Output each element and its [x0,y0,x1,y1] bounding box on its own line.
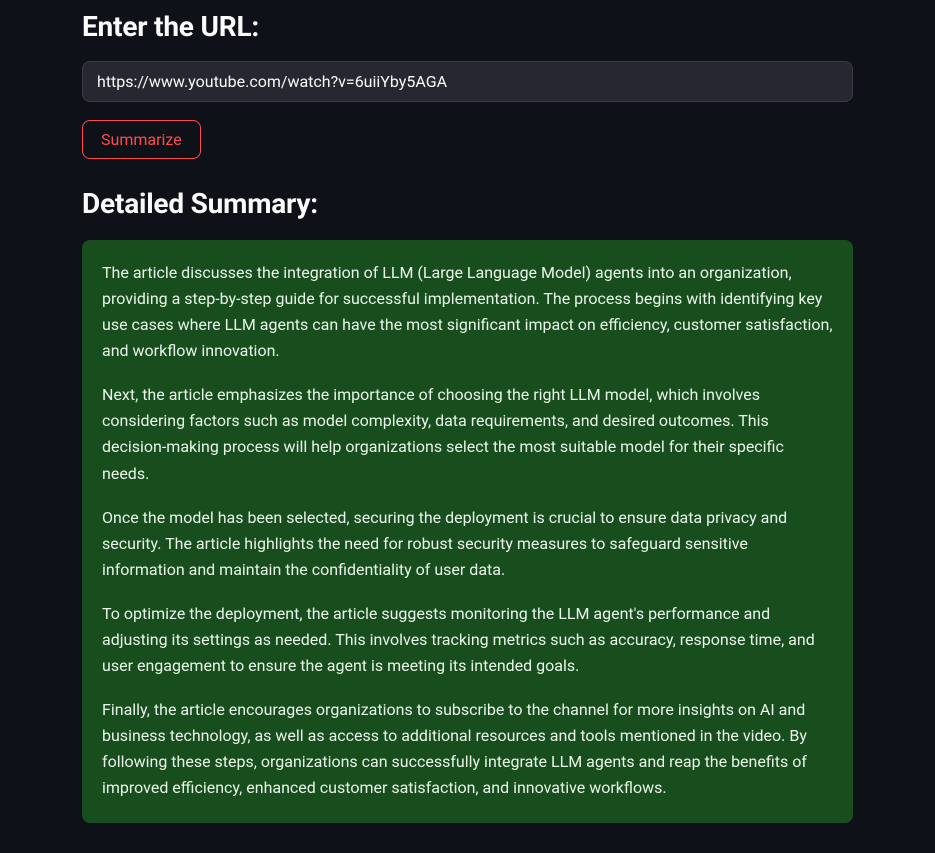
url-heading: Enter the URL: [82,10,853,43]
summary-paragraph: Next, the article emphasizes the importa… [102,382,833,486]
main-container: Enter the URL: Summarize Detailed Summar… [0,0,935,853]
summary-box: The article discusses the integration of… [82,240,853,823]
summary-heading: Detailed Summary: [82,187,853,220]
summary-paragraph: Once the model has been selected, securi… [102,505,833,583]
summary-paragraph: To optimize the deployment, the article … [102,601,833,679]
summarize-button[interactable]: Summarize [82,120,201,159]
summary-paragraph: The article discusses the integration of… [102,260,833,364]
summary-paragraph: Finally, the article encourages organiza… [102,697,833,801]
url-input[interactable] [82,61,853,102]
